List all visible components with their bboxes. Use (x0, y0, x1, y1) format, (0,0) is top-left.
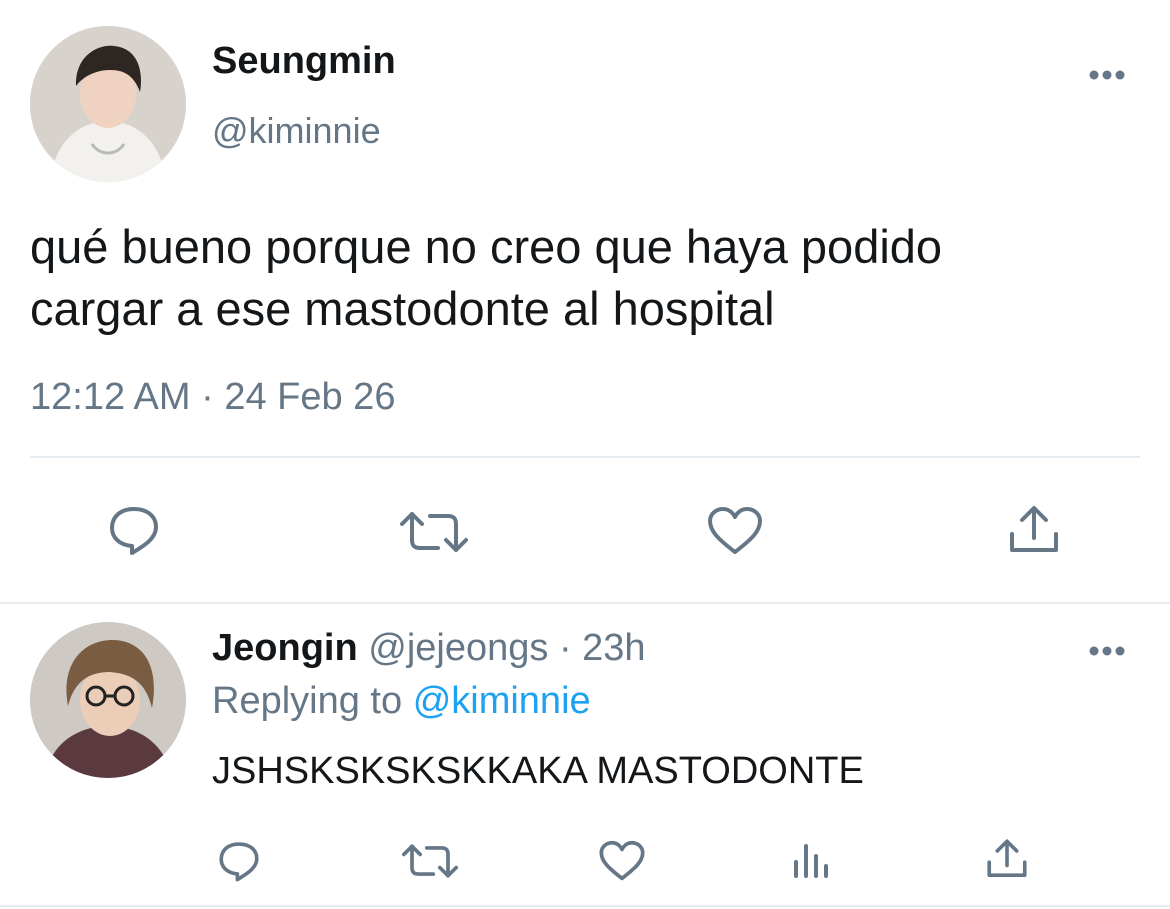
replying-to-label: Replying to (212, 680, 403, 722)
display-name[interactable]: Seungmin (212, 40, 396, 83)
reply-icon[interactable] (216, 840, 262, 882)
analytics-icon[interactable] (792, 842, 832, 878)
like-icon[interactable] (706, 506, 764, 556)
like-icon[interactable] (598, 840, 646, 882)
reply-icon[interactable] (106, 504, 162, 556)
divider (0, 905, 1170, 907)
timestamp[interactable]: 12:12 AM · 24 Feb 26 (30, 376, 395, 419)
avatar-seungmin[interactable] (30, 26, 186, 182)
divider (30, 456, 1140, 458)
reply-text: JSHSKSKSKSKKAKA MASTODONTE (212, 750, 864, 792)
tweet-text-line-1: qué bueno porque no creo que haya podido (30, 220, 943, 273)
retweet-icon[interactable] (398, 510, 470, 554)
display-name[interactable]: Jeongin (212, 627, 358, 669)
handle[interactable]: @jejeongs (368, 627, 548, 669)
reply-time[interactable]: · 23h (559, 627, 646, 669)
divider (0, 602, 1170, 604)
share-icon[interactable] (1006, 504, 1062, 556)
reply-header: Jeongin @jejeongs · 23h (212, 627, 646, 670)
more-options-icon[interactable] (1088, 68, 1128, 80)
tweet-text: qué bueno porque no creo que haya podido… (30, 216, 942, 340)
more-options-icon[interactable] (1088, 644, 1128, 656)
retweet-icon[interactable] (400, 843, 460, 879)
replying-to-handle[interactable]: @kiminnie (413, 680, 591, 722)
handle[interactable]: @kiminnie (212, 110, 381, 152)
avatar-jeongin[interactable] (30, 622, 186, 778)
share-icon[interactable] (984, 838, 1030, 880)
tweet-text-line-2: cargar a ese mastodonte al hospital (30, 282, 775, 335)
replying-to: Replying to @kiminnie (212, 680, 591, 723)
